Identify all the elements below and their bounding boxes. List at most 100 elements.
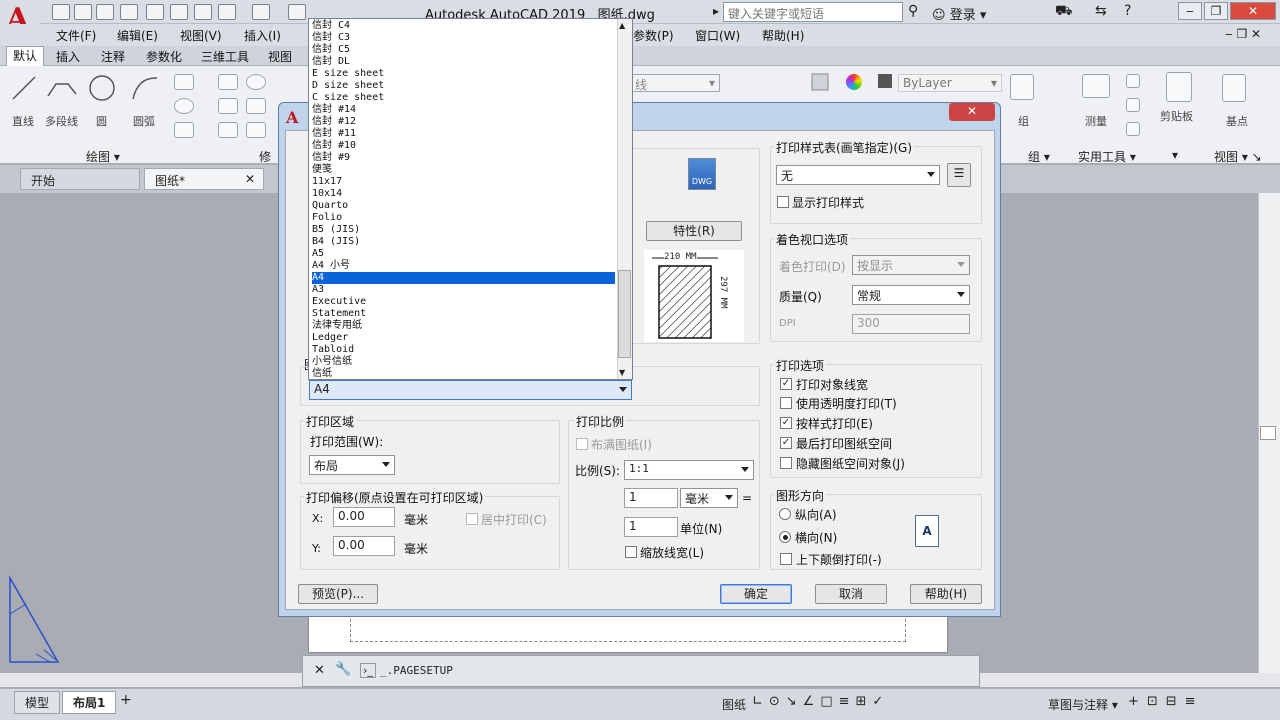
tab-insert[interactable]: 插入 — [56, 48, 80, 65]
scroll-up-icon[interactable]: ▲ — [619, 21, 625, 30]
menu-file[interactable]: 文件(F) — [56, 27, 96, 44]
print-range-select[interactable]: 布局 — [309, 455, 395, 475]
publish-icon[interactable] — [146, 4, 164, 20]
center-plot-checkbox[interactable] — [466, 513, 478, 525]
bylayer-dropdown[interactable]: ByLayer ▾ — [898, 74, 1002, 92]
dropdown-item[interactable]: D size sheet — [312, 80, 384, 92]
vertical-scroll-thumb[interactable] — [1260, 426, 1276, 440]
stretch-icon[interactable] — [218, 122, 238, 138]
workspace-switch[interactable]: 草图与注释 ▾ — [1048, 696, 1118, 713]
binoculars-icon[interactable]: ⚲ — [908, 3, 918, 19]
hatch-icon[interactable] — [174, 122, 194, 138]
color-wheel-icon[interactable] — [846, 74, 862, 90]
circle-tool-label[interactable]: 圆 — [96, 113, 107, 129]
plot-transparency-checkbox[interactable] — [780, 397, 792, 409]
dropdown-item[interactable]: Statement — [312, 308, 366, 320]
help-icon[interactable]: ? — [1124, 3, 1131, 19]
group-panel-title[interactable]: 组 ▾ — [1028, 148, 1050, 165]
match-properties-icon[interactable] — [810, 72, 830, 92]
basepoint-tool-label[interactable]: 基点 — [1226, 113, 1248, 129]
arc-tool-label[interactable]: 圆弧 — [133, 113, 155, 129]
dropdown-scroll-thumb[interactable] — [618, 270, 631, 358]
print-icon[interactable] — [170, 4, 188, 20]
save-as-icon[interactable] — [120, 4, 138, 20]
tab-3d-tools[interactable]: 三维工具 — [201, 48, 249, 65]
measure-icon[interactable] — [1082, 74, 1110, 98]
dpi-input[interactable]: 300 — [852, 314, 970, 334]
scale-inches-input[interactable]: 1 — [624, 488, 678, 508]
tab-model[interactable]: 模型 — [14, 691, 61, 714]
modify-panel-title[interactable]: 修 — [259, 148, 271, 165]
ok-button[interactable]: 确定 — [720, 584, 792, 604]
utilities-panel-title[interactable]: 实用工具 ▾ — [1078, 148, 1136, 165]
display-styles-checkbox[interactable] — [777, 196, 789, 208]
basepoint-icon[interactable] — [1222, 74, 1246, 102]
dropdown-item[interactable]: 小号信纸 — [312, 356, 352, 368]
dropdown-item[interactable]: A4 — [312, 272, 615, 284]
help-button[interactable]: 帮助(H) — [910, 584, 982, 604]
rectangle-icon[interactable] — [174, 74, 194, 90]
landscape-radio[interactable] — [779, 531, 791, 543]
dropdown-item[interactable]: 信封 C5 — [312, 44, 350, 56]
offset-y-input[interactable]: 0.00 — [333, 536, 395, 556]
move-icon[interactable] — [218, 74, 238, 90]
dropdown-item[interactable]: 法律专用纸 — [312, 320, 362, 332]
menu-insert[interactable]: 插入(I) — [244, 27, 281, 44]
quickselect-icon[interactable] — [1126, 98, 1140, 112]
scale-icon[interactable] — [246, 122, 266, 138]
close-command-icon[interactable]: ✕ — [314, 663, 325, 678]
tab-annotate[interactable]: 注释 — [101, 48, 125, 65]
ellipse-icon[interactable] — [174, 98, 194, 114]
color-swatch-icon[interactable] — [878, 74, 892, 88]
group-tool-label[interactable]: 组 — [1018, 113, 1029, 129]
workspace-icon[interactable] — [288, 4, 306, 20]
dropdown-item[interactable]: A4 小号 — [312, 260, 350, 272]
circle-icon[interactable] — [88, 74, 116, 102]
dropdown-item[interactable]: 便笺 — [312, 164, 332, 176]
menu-view[interactable]: 视图(V) — [180, 27, 222, 44]
clipboard-tool-label[interactable]: 剪贴板 — [1160, 108, 1193, 124]
minimize-button[interactable]: ‒ — [1178, 2, 1202, 20]
dropdown-item[interactable]: 信封 C3 — [312, 32, 350, 44]
dropdown-item[interactable]: 11x17 — [312, 176, 342, 188]
login-button[interactable]: ☺ 登录 ▾ — [932, 4, 986, 23]
dropdown-item[interactable]: A5 — [312, 248, 324, 260]
dropdown-item[interactable]: Ledger — [312, 332, 348, 344]
group-icon[interactable] — [1010, 74, 1034, 100]
plot-icon[interactable] — [194, 4, 212, 20]
close-tab-icon[interactable]: ✕ — [245, 172, 255, 186]
cart-icon[interactable]: ⛟ — [1055, 3, 1073, 21]
tab-parametric[interactable]: 参数化 — [146, 48, 182, 65]
plot-with-styles-checkbox[interactable]: ✓ — [780, 417, 792, 429]
scale-lineweights-checkbox[interactable] — [625, 546, 637, 558]
arc-icon[interactable] — [130, 74, 160, 102]
calc-icon[interactable] — [1126, 74, 1140, 88]
preview-button[interactable]: 预览(P)... — [298, 584, 378, 604]
menu-window[interactable]: 窗口(W) — [695, 27, 740, 44]
copy-icon[interactable] — [218, 98, 238, 114]
tab-view[interactable]: 视图 — [268, 48, 292, 65]
dropdown-item[interactable]: 信封 #12 — [312, 116, 356, 128]
status-tool-icons[interactable]: ∟⊙↘∠□≡⊞✓ — [752, 694, 889, 709]
line-icon[interactable] — [10, 74, 38, 102]
plot-paperspace-last-checkbox[interactable]: ✓ — [780, 437, 792, 449]
close-window-button[interactable]: ✕ — [1230, 2, 1276, 20]
tab-default[interactable]: 默认 — [6, 46, 45, 66]
tab-layout1[interactable]: 布局1 — [62, 691, 117, 714]
wrench-icon[interactable]: 🔧 — [335, 662, 351, 677]
shade-plot-select[interactable]: 按显示 — [852, 255, 970, 275]
dropdown-item[interactable]: A3 — [312, 284, 324, 296]
id-point-icon[interactable] — [1126, 122, 1140, 136]
dropdown-item[interactable]: B5 (JIS) — [312, 224, 360, 236]
save-icon[interactable] — [96, 4, 114, 20]
undo-icon[interactable] — [218, 4, 236, 20]
cancel-button[interactable]: 取消 — [815, 584, 887, 604]
polyline-icon[interactable] — [46, 74, 78, 102]
dialog-close-button[interactable]: ✕ — [949, 103, 995, 121]
layer-dropdown[interactable]: 线 ▾ — [632, 74, 720, 92]
scroll-down-icon[interactable]: ▼ — [619, 368, 625, 377]
dropdown-item[interactable]: 信封 #11 — [312, 128, 356, 140]
mirror-icon[interactable] — [246, 98, 266, 114]
dropdown-item[interactable]: 信封 #14 — [312, 104, 356, 116]
exchange-icon[interactable]: ⇆ — [1095, 3, 1107, 19]
